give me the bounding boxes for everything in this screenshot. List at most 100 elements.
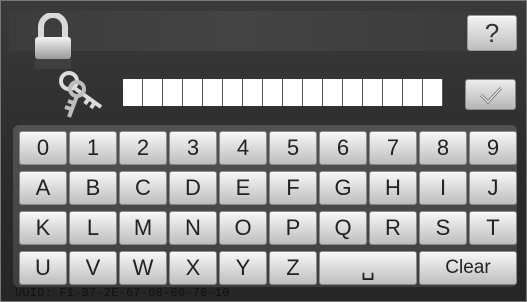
key-z[interactable]: Z [269,251,317,285]
pin-cell [243,79,263,106]
key-label: U [35,255,51,280]
pin-cell [143,79,163,106]
key-2[interactable]: 2 [119,131,167,165]
key-b[interactable]: B [69,171,117,205]
key-label: J [487,175,499,200]
key-label: R [385,215,401,240]
key-label: L [86,215,100,240]
key-label: 0 [36,135,50,160]
title-bar [9,11,519,51]
key-o[interactable]: O [219,211,267,245]
key-v[interactable]: V [69,251,117,285]
help-button[interactable]: ? [467,15,517,51]
key-label: W [132,255,154,280]
key-label: D [185,175,201,200]
pin-cell [283,79,303,106]
key-x[interactable]: X [169,251,217,285]
key-d[interactable]: D [169,171,217,205]
keys-icon [59,71,103,118]
key-i[interactable]: I [419,171,467,205]
key-3[interactable]: 3 [169,131,217,165]
key-f[interactable]: F [269,171,317,205]
key-1[interactable]: 1 [69,131,117,165]
key-label: V [85,255,101,280]
pin-cell [163,79,183,106]
pin-cell [183,79,203,106]
key-h[interactable]: H [369,171,417,205]
key-s[interactable]: S [419,211,467,245]
pin-cell [403,79,423,106]
key-t[interactable]: T [469,211,517,245]
key-label: Z [286,255,300,280]
pin-cell [363,79,383,106]
pin-cell [423,79,443,106]
uuid-label: UUID: F1-B7-2E-67-08-60-76-10 [15,286,230,300]
help-label: ? [484,17,500,48]
unlock-screen: ? 0 1 2 3 4 5 6 7 8 9 A B C D E F G H I J K L M N O P Q R S T U V W X Y Z ␣ C… [0,0,527,302]
key-label: 7 [386,135,400,160]
confirm-button[interactable] [465,79,516,110]
key-label: 3 [186,135,200,160]
key-6[interactable]: 6 [319,131,367,165]
pin-cell [303,79,323,106]
key-c[interactable]: C [119,171,167,205]
key-y[interactable]: Y [219,251,267,285]
key-label: 2 [136,135,150,160]
key-p[interactable]: P [269,211,317,245]
clear-button[interactable]: Clear [419,251,517,285]
key-label: N [185,215,201,240]
key-label: M [133,215,153,240]
key-9[interactable]: 9 [469,131,517,165]
key-r[interactable]: R [369,211,417,245]
key-8[interactable]: 8 [419,131,467,165]
key-label: Y [235,255,251,280]
pin-cell [123,79,143,106]
key-7[interactable]: 7 [369,131,417,165]
key-label: O [234,215,252,240]
key-label: E [235,175,251,200]
key-5[interactable]: 5 [269,131,317,165]
key-k[interactable]: K [19,211,67,245]
key-q[interactable]: Q [319,211,367,245]
key-a[interactable]: A [19,171,67,205]
key-4[interactable]: 4 [219,131,267,165]
key-label: K [35,215,51,240]
key-label: T [486,215,500,240]
key-label: A [35,175,51,200]
key-l[interactable]: L [69,211,117,245]
key-e[interactable]: E [219,171,267,205]
pin-cell [383,79,403,106]
checkmark-icon [479,86,502,104]
key-label: C [135,175,151,200]
key-w[interactable]: W [119,251,167,285]
keyboard: 0 1 2 3 4 5 6 7 8 9 A B C D E F G H I J K L M N O P Q R S T U V W X Y Z ␣ Cle… [13,125,517,287]
key-j[interactable]: J [469,171,517,205]
key-n[interactable]: N [169,211,217,245]
clear-label: Clear [445,257,491,278]
key-label: B [85,175,101,200]
key-label: I [439,175,447,200]
key-0[interactable]: 0 [19,131,67,165]
key-label: 4 [236,135,250,160]
pin-cell [343,79,363,106]
padlock-icon [35,13,71,69]
pin-cell [263,79,283,106]
pin-input[interactable] [123,79,443,106]
space-key[interactable]: ␣ [319,251,417,285]
key-label: 1 [86,135,100,160]
key-label: H [385,175,401,200]
key-label: 6 [336,135,350,160]
key-label: S [435,215,451,240]
key-m[interactable]: M [119,211,167,245]
key-label: F [286,175,300,200]
key-label: Q [334,215,352,240]
pin-cell [223,79,243,106]
key-u[interactable]: U [19,251,67,285]
key-label: P [285,215,301,240]
space-label: ␣ [361,255,375,280]
pin-cell [203,79,223,106]
pin-cell [323,79,343,106]
key-g[interactable]: G [319,171,367,205]
key-label: 8 [436,135,450,160]
key-label: G [334,175,352,200]
